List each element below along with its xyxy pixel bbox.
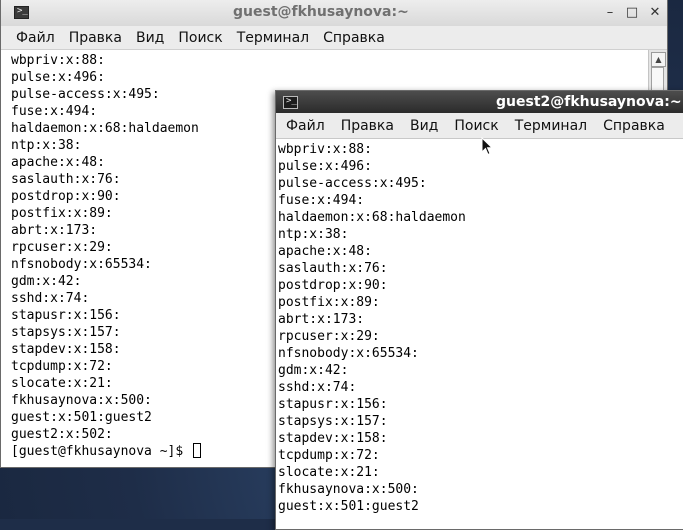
terminal-line: postfix:x:89: <box>278 295 380 310</box>
terminal-line: pulse-access:x:495: <box>278 176 427 191</box>
terminal-line: postdrop:x:90: <box>278 278 388 293</box>
menu-file[interactable]: Файл <box>9 27 62 49</box>
scroll-up-arrow-icon[interactable]: ▲ <box>651 52 666 67</box>
menu-file[interactable]: Файл <box>278 115 333 137</box>
menubar: Файл Правка Вид Поиск Терминал Справка <box>276 113 683 139</box>
terminal-line: rpcuser:x:29: <box>278 329 380 344</box>
terminal-line: fuse:x:494: <box>11 104 98 119</box>
terminal-line: ntp:x:38: <box>11 138 82 153</box>
terminal-line: ntp:x:38: <box>278 227 349 242</box>
terminal-line: gdm:x:42: <box>11 274 82 289</box>
menu-help[interactable]: Справка <box>595 115 673 137</box>
terminal-line: stapdev:x:158: <box>11 342 121 357</box>
titlebar[interactable]: >_ guest@fkhusaynova:~ – □ ✕ <box>1 0 667 26</box>
menu-search[interactable]: Поиск <box>446 115 506 137</box>
menu-terminal[interactable]: Терминал <box>230 27 316 49</box>
terminal-line: abrt:x:173: <box>11 223 98 238</box>
text-cursor <box>193 443 202 458</box>
terminal-icon: >_ <box>14 6 29 19</box>
terminal-line: guest2:x:502: <box>11 427 113 442</box>
prompt-text: [guest@fkhusaynova ~]$ <box>11 444 192 459</box>
terminal-line: fkhusaynova:x:500: <box>278 482 419 497</box>
terminal-line: fkhusaynova:x:500: <box>11 393 152 408</box>
terminal-line: sshd:x:74: <box>11 291 90 306</box>
terminal-line: apache:x:48: <box>11 155 105 170</box>
terminal-output[interactable]: wbpriv:x:88: pulse:x:496: pulse-access:x:4… <box>11 52 202 460</box>
terminal-line: sshd:x:74: <box>278 380 357 395</box>
terminal-line: slocate:x:21: <box>11 376 113 391</box>
terminal-line: haldaemon:x:68:haldaemon <box>11 121 199 136</box>
window-title: guest2@fkhusaynova:~ <box>496 94 682 110</box>
menu-help[interactable]: Справка <box>316 27 392 49</box>
terminal-line: stapusr:x:156: <box>11 308 121 323</box>
maximize-button[interactable]: □ <box>624 5 640 20</box>
menubar: Файл Правка Вид Поиск Терминал Справка <box>1 26 667 50</box>
terminal-line: saslauth:x:76: <box>278 261 388 276</box>
close-button[interactable]: ✕ <box>647 5 663 20</box>
terminal-output[interactable]: wbpriv:x:88: pulse:x:496: pulse-access:x:4… <box>278 141 466 515</box>
window-title: guest@fkhusaynova:~ <box>233 4 409 20</box>
terminal-line: tcpdump:x:72: <box>11 359 113 374</box>
terminal-line: stapsys:x:157: <box>278 414 388 429</box>
terminal-line: pulse:x:496: <box>278 159 372 174</box>
menu-view[interactable]: Вид <box>402 115 446 137</box>
terminal-line: postdrop:x:90: <box>11 189 121 204</box>
terminal-line: guest:x:501:guest2 <box>278 499 419 514</box>
terminal-line: slocate:x:21: <box>278 465 380 480</box>
terminal-line: stapusr:x:156: <box>278 397 388 412</box>
terminal-line: postfix:x:89: <box>11 206 113 221</box>
terminal-line: apache:x:48: <box>278 244 372 259</box>
terminal-line: stapdev:x:158: <box>278 431 388 446</box>
terminal-line: wbpriv:x:88: <box>11 53 105 68</box>
terminal-line: gdm:x:42: <box>278 363 349 378</box>
terminal-line: tcpdump:x:72: <box>278 448 380 463</box>
terminal-line: haldaemon:x:68:haldaemon <box>278 210 466 225</box>
terminal-line: stapsys:x:157: <box>11 325 121 340</box>
terminal-window-guest2[interactable]: >_ guest2@fkhusaynova:~ Файл Правка Вид … <box>275 90 683 530</box>
menu-edit[interactable]: Правка <box>333 115 402 137</box>
menu-view[interactable]: Вид <box>129 27 171 49</box>
terminal-line: nfsnobody:x:65534: <box>278 346 419 361</box>
terminal-line: nfsnobody:x:65534: <box>11 257 152 272</box>
menu-search[interactable]: Поиск <box>171 27 229 49</box>
menu-terminal[interactable]: Терминал <box>507 115 595 137</box>
terminal-line: pulse-access:x:495: <box>11 87 160 102</box>
minimize-button[interactable]: – <box>602 5 618 20</box>
terminal-icon: >_ <box>283 96 298 109</box>
mouse-pointer-icon <box>481 137 493 156</box>
menu-edit[interactable]: Правка <box>62 27 129 49</box>
titlebar[interactable]: >_ guest2@fkhusaynova:~ <box>276 91 683 113</box>
terminal-line: wbpriv:x:88: <box>278 142 372 157</box>
terminal-line: fuse:x:494: <box>278 193 365 208</box>
terminal-line: guest:x:501:guest2 <box>11 410 152 425</box>
shell-prompt[interactable]: [guest@fkhusaynova ~]$ <box>11 443 202 460</box>
terminal-line: saslauth:x:76: <box>11 172 121 187</box>
terminal-line: pulse:x:496: <box>11 70 105 85</box>
terminal-line: abrt:x:173: <box>278 312 365 327</box>
terminal-line: rpcuser:x:29: <box>11 240 113 255</box>
